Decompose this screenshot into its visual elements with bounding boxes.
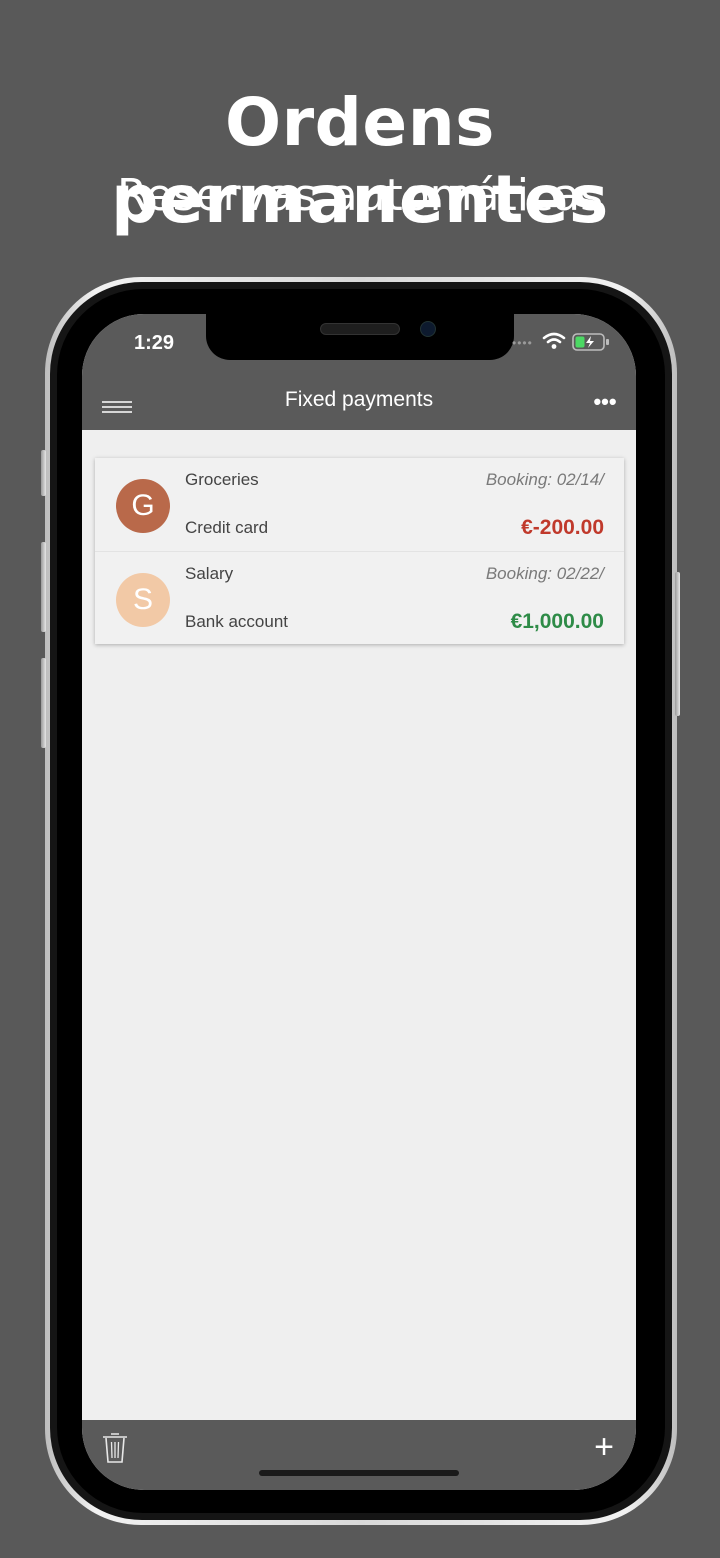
payment-name: Salary (185, 564, 234, 583)
plus-icon[interactable]: + (588, 1430, 620, 1464)
status-bar: 1:29 •••• (82, 314, 636, 384)
status-time: 1:29 (134, 332, 175, 354)
signal-dots-icon: •••• (512, 336, 533, 350)
page-title: Fixed payments (284, 388, 434, 411)
nav-bar: Fixed payments ••• (82, 384, 636, 430)
payments-list: G Groceries Booking: 02/14/ Credit card … (95, 458, 624, 644)
phone-volume-down (41, 658, 46, 748)
more-options-icon[interactable]: ••• (590, 391, 620, 422)
payment-row-groceries[interactable]: G Groceries Booking: 02/14/ Credit card … (95, 458, 624, 552)
speaker-grille (320, 323, 400, 335)
payment-account: Credit card (185, 518, 269, 537)
payment-booking-date: Booking: 02/22/ (485, 564, 604, 583)
trash-icon[interactable] (100, 1430, 130, 1466)
promo-subtitle: Reservas automáticas (116, 170, 604, 221)
phone-volume-up (41, 542, 46, 632)
payment-account: Bank account (185, 612, 289, 631)
payment-row-salary[interactable]: S Salary Booking: 02/22/ Bank account €1… (95, 552, 624, 645)
avatar: G (116, 479, 170, 533)
payment-booking-date: Booking: 02/14/ (485, 470, 604, 489)
battery-charging-icon (572, 333, 609, 351)
avatar: S (116, 573, 170, 627)
phone-screen: 1:29 •••• Fixed payments ••• G Groceries… (82, 314, 636, 1490)
front-camera (420, 321, 436, 337)
notch (206, 314, 514, 360)
bottom-toolbar: + (82, 1420, 636, 1490)
payment-amount: €-200.00 (521, 516, 604, 539)
home-indicator[interactable] (259, 1470, 459, 1476)
payment-amount: €1,000.00 (510, 610, 604, 633)
wifi-icon (542, 332, 566, 349)
payment-name: Groceries (185, 470, 259, 489)
phone-power-button (675, 572, 680, 716)
phone-silent-switch (41, 450, 46, 496)
